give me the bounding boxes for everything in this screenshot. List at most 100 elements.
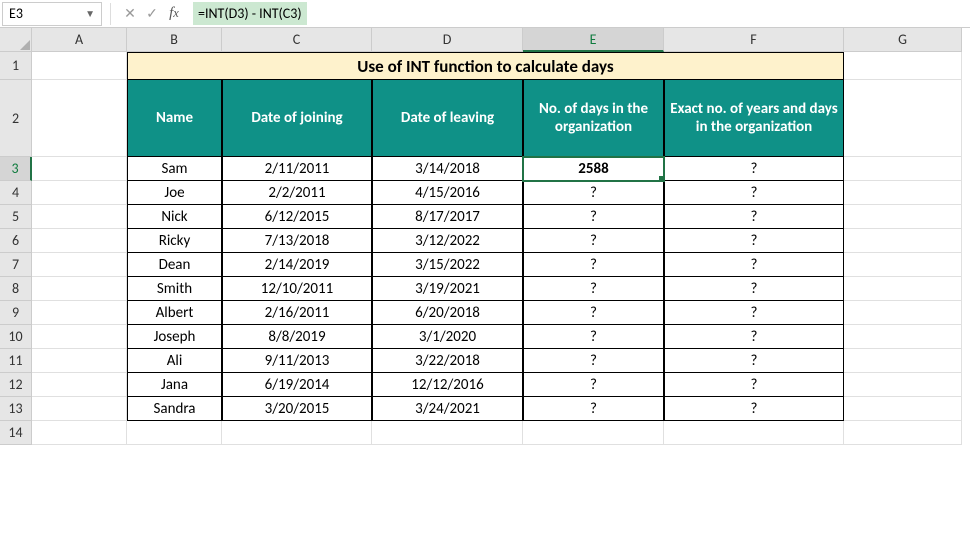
cell-years[interactable]: ? [664, 157, 844, 181]
cell-joining[interactable]: 6/19/2014 [222, 373, 372, 397]
cell-leaving[interactable]: 3/24/2021 [372, 397, 523, 421]
cell-leaving[interactable]: 3/12/2022 [372, 229, 523, 253]
cell-joining[interactable]: 2/11/2011 [222, 157, 372, 181]
cell-days[interactable]: ? [523, 325, 664, 349]
col-header-B[interactable]: B [127, 28, 222, 52]
cell-years[interactable]: ? [664, 397, 844, 421]
row-header-7[interactable]: 7 [0, 253, 32, 277]
cell-name[interactable]: Sam [127, 157, 222, 181]
cell-A12[interactable] [32, 373, 127, 397]
cell-years[interactable]: ? [664, 229, 844, 253]
cell-G1[interactable] [844, 52, 962, 80]
cell-days[interactable]: ? [523, 277, 664, 301]
cancel-icon[interactable]: ✕ [119, 3, 141, 25]
cell-A3[interactable] [32, 157, 127, 181]
cell-leaving[interactable]: 3/15/2022 [372, 253, 523, 277]
cell-A5[interactable] [32, 205, 127, 229]
cell-D14[interactable] [372, 421, 523, 445]
row-header-8[interactable]: 8 [0, 277, 32, 301]
cell-A14[interactable] [32, 421, 127, 445]
cell-G11[interactable] [844, 349, 962, 373]
cell-days[interactable]: ? [523, 349, 664, 373]
row-header-12[interactable]: 12 [0, 373, 32, 397]
cell-days[interactable]: ? [523, 181, 664, 205]
col-header-D[interactable]: D [372, 28, 523, 52]
cell-B14[interactable] [127, 421, 222, 445]
cell-name[interactable]: Dean [127, 253, 222, 277]
col-header-G[interactable]: G [844, 28, 962, 52]
cell-A4[interactable] [32, 181, 127, 205]
cell-joining[interactable]: 2/14/2019 [222, 253, 372, 277]
cell-days[interactable]: ? [523, 301, 664, 325]
name-box[interactable]: E3 ▼ [2, 2, 102, 26]
cell-years[interactable]: ? [664, 205, 844, 229]
row-header-11[interactable]: 11 [0, 349, 32, 373]
row-header-1[interactable]: 1 [0, 52, 32, 80]
cell-leaving[interactable]: 4/15/2016 [372, 181, 523, 205]
cell-leaving[interactable]: 12/12/2016 [372, 373, 523, 397]
cell-G4[interactable] [844, 181, 962, 205]
cell-leaving[interactable]: 3/1/2020 [372, 325, 523, 349]
cell-A2[interactable] [32, 80, 127, 157]
cell-F14[interactable] [664, 421, 844, 445]
cell-G5[interactable] [844, 205, 962, 229]
cell-years[interactable]: ? [664, 181, 844, 205]
cell-joining[interactable]: 7/13/2018 [222, 229, 372, 253]
formula-input[interactable]: =INT(D3) - INT(C3) [185, 3, 970, 24]
cell-G10[interactable] [844, 325, 962, 349]
cell-years[interactable]: ? [664, 301, 844, 325]
chevron-down-icon[interactable]: ▼ [85, 7, 95, 20]
cell-name[interactable]: Sandra [127, 397, 222, 421]
cell-A9[interactable] [32, 301, 127, 325]
cell-years[interactable]: ? [664, 253, 844, 277]
cell-name[interactable]: Albert [127, 301, 222, 325]
cell-A11[interactable] [32, 349, 127, 373]
cell-G3[interactable] [844, 157, 962, 181]
fx-icon[interactable]: fx [163, 3, 185, 25]
col-header-A[interactable]: A [32, 28, 127, 52]
cell-G13[interactable] [844, 397, 962, 421]
row-header-13[interactable]: 13 [0, 397, 32, 421]
cell-leaving[interactable]: 8/17/2017 [372, 205, 523, 229]
cell-joining[interactable]: 8/8/2019 [222, 325, 372, 349]
header-years[interactable]: Exact no. of years and days in the organ… [664, 80, 844, 157]
cell-name[interactable]: Ali [127, 349, 222, 373]
cell-days[interactable]: 2588 [523, 157, 664, 181]
cell-name[interactable]: Ricky [127, 229, 222, 253]
header-joining[interactable]: Date of joining [222, 80, 372, 157]
cell-G6[interactable] [844, 229, 962, 253]
cell-name[interactable]: Joseph [127, 325, 222, 349]
cell-A13[interactable] [32, 397, 127, 421]
cell-A10[interactable] [32, 325, 127, 349]
cell-G9[interactable] [844, 301, 962, 325]
cell-G7[interactable] [844, 253, 962, 277]
row-header-5[interactable]: 5 [0, 205, 32, 229]
cell-A1[interactable] [32, 52, 127, 80]
row-header-3[interactable]: 3 [0, 157, 32, 181]
cell-years[interactable]: ? [664, 325, 844, 349]
cell-leaving[interactable]: 3/14/2018 [372, 157, 523, 181]
cell-days[interactable]: ? [523, 229, 664, 253]
cell-leaving[interactable]: 3/22/2018 [372, 349, 523, 373]
cell-leaving[interactable]: 6/20/2018 [372, 301, 523, 325]
cell-name[interactable]: Jana [127, 373, 222, 397]
cell-G8[interactable] [844, 277, 962, 301]
row-header-4[interactable]: 4 [0, 181, 32, 205]
cell-name[interactable]: Smith [127, 277, 222, 301]
col-header-C[interactable]: C [222, 28, 372, 52]
header-name[interactable]: Name [127, 80, 222, 157]
cell-joining[interactable]: 9/11/2013 [222, 349, 372, 373]
row-header-2[interactable]: 2 [0, 80, 32, 157]
select-all-corner[interactable] [0, 28, 32, 52]
cell-days[interactable]: ? [523, 397, 664, 421]
header-days[interactable]: No. of days in the organization [523, 80, 664, 157]
row-header-10[interactable]: 10 [0, 325, 32, 349]
cell-years[interactable]: ? [664, 373, 844, 397]
col-header-E[interactable]: E [523, 28, 664, 52]
cell-joining[interactable]: 2/2/2011 [222, 181, 372, 205]
cell-name[interactable]: Nick [127, 205, 222, 229]
enter-icon[interactable]: ✓ [141, 3, 163, 25]
cell-joining[interactable]: 3/20/2015 [222, 397, 372, 421]
cell-A6[interactable] [32, 229, 127, 253]
cell-G12[interactable] [844, 373, 962, 397]
